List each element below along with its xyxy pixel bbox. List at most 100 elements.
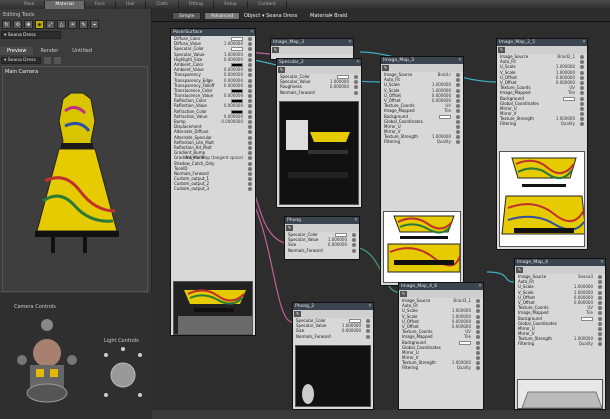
object-select[interactable]: ▾ Seana Dress [262, 12, 297, 20]
node-edit-icon[interactable]: ✎ [400, 291, 407, 297]
phong-preview [302, 384, 314, 404]
tab-material[interactable]: Material [45, 0, 85, 9]
tab-untitled[interactable]: Untitled [65, 47, 99, 55]
3d-viewport[interactable]: Main Camera [2, 66, 148, 292]
node-close-icon[interactable]: ✕ [599, 259, 605, 266]
input-plug-icon[interactable] [366, 334, 370, 339]
material-select-tool-icon[interactable]: ◉ [35, 20, 44, 29]
taper-tool-icon[interactable]: △ [57, 20, 66, 29]
node-param-row[interactable]: Normals_Forward [285, 248, 359, 253]
node-title: Image_Map_4 [517, 260, 548, 265]
material-label: Material [310, 13, 331, 19]
tab-cloth[interactable]: Cloth [146, 0, 179, 9]
translate-tool-icon[interactable]: ✥ [24, 20, 33, 29]
tab-simple[interactable]: Simple [172, 12, 202, 20]
node-param-row[interactable]: Filtering Quality [399, 365, 483, 371]
node-param-row[interactable]: Filtering Quality [515, 341, 605, 347]
tab-setup[interactable]: Setup [214, 0, 249, 9]
node-param-row[interactable]: Filtering Quality [381, 139, 463, 145]
node-param-row[interactable]: Filtering Quality [497, 121, 587, 127]
node-image-map-4-6[interactable]: Image_Map_4_6 ✕ ✎ Image_Source Braid3_1 Aut… [398, 282, 484, 410]
node-param-row[interactable]: Custom_output_3 [171, 186, 255, 192]
node-close-icon[interactable]: ✕ [249, 29, 255, 36]
node-close-icon[interactable]: ✕ [581, 39, 587, 46]
rotate-tool-icon[interactable]: ↻ [2, 20, 11, 29]
tab-preview[interactable]: Preview [0, 47, 34, 55]
node-preview-image [517, 379, 603, 409]
figure-select-value: Seana Dress [7, 33, 36, 38]
tab-render[interactable]: Render [33, 47, 65, 55]
tab-advanced[interactable]: Advanced [204, 12, 241, 20]
node-title: PoserSurface [173, 30, 203, 35]
node-phong-2[interactable]: Phong_2 ✕ ✎ Specular_Color Specular_Value 1… [292, 302, 374, 410]
dress-model[interactable] [25, 81, 125, 291]
node-poser-surface[interactable]: PoserSurface ✕ Diffuse_Color Diffuse_Value… [170, 28, 256, 336]
tab-face[interactable]: Face [85, 0, 116, 9]
viewport-figure-select[interactable]: ▾ Seana Dress [1, 56, 41, 64]
node-close-icon[interactable]: ✕ [457, 57, 463, 64]
node-edit-row: ✎ [399, 290, 483, 298]
input-plug-icon[interactable] [580, 122, 584, 127]
shader-node-canvas[interactable]: PoserSurface ✕ Diffuse_Color Diffuse_Value… [152, 22, 610, 410]
node-close-icon[interactable]: ✕ [353, 217, 359, 224]
node-edit-icon[interactable]: ✎ [498, 47, 505, 53]
node-image-map-2-5[interactable]: Image_Map_2_5 ✕ ✎ Image_Source Braid2_1 Aut… [496, 38, 588, 250]
node-title: Phong_2 [295, 304, 315, 309]
node-preview-image [295, 345, 371, 407]
node-edit-row: ✎ [381, 64, 463, 72]
camera-name: Main Camera [5, 69, 39, 75]
node-image-map-3[interactable]: Image_Map_3 ✕ ✎ Image_Source Braid.r Auto_F… [380, 56, 464, 286]
node-preview-image [383, 211, 461, 283]
node-param-label: Filtering [402, 365, 419, 371]
node-param-value[interactable]: Quality [561, 121, 575, 126]
tab-content[interactable]: Content [248, 0, 287, 9]
node-close-icon[interactable]: ✕ [367, 303, 373, 310]
node-edit-icon[interactable]: ✎ [516, 267, 523, 273]
color-tool-icon[interactable]: ✎ [79, 20, 88, 29]
node-param-value[interactable]: Quality [457, 365, 471, 370]
twist-tool-icon[interactable]: ⟲ [13, 20, 22, 29]
scale-tool-icon[interactable]: ⤢ [46, 20, 55, 29]
node-param-row[interactable]: Normals_Forward [277, 90, 361, 95]
material-select[interactable]: ▾ Braid [330, 12, 347, 20]
node-header: Image_Map_4_6 ✕ [399, 283, 483, 290]
camera-controls-area: Camera Controls Light Controls [0, 293, 152, 419]
node-specular-2[interactable]: Specular_2 ✕ ✎ Specular_Color Specular_Val… [276, 58, 362, 208]
tab-fitting[interactable]: Fitting [179, 0, 214, 9]
node-param-value[interactable]: Quality [437, 139, 451, 144]
node-param-row[interactable]: Normals_Forward [293, 334, 373, 339]
camera-trackball-icon[interactable] [12, 315, 82, 405]
node-edit-icon[interactable]: ✎ [286, 225, 293, 231]
viewport-option-icon[interactable] [44, 56, 51, 64]
node-close-icon[interactable]: ✕ [477, 283, 483, 290]
node-edit-icon[interactable]: ✎ [278, 67, 285, 73]
tab-pose[interactable]: Pose [14, 0, 46, 9]
chain-break-tool-icon[interactable]: ⚭ [68, 20, 77, 29]
node-edit-icon[interactable]: ✎ [272, 47, 279, 53]
node-edit-icon[interactable]: ✎ [294, 311, 301, 317]
node-close-icon[interactable]: ✕ [347, 39, 353, 46]
preview-tab-bar: Preview Render Untitled [0, 47, 152, 55]
light-controls-label: Light Controls [104, 338, 139, 344]
input-plug-icon[interactable] [456, 140, 460, 145]
tab-hair[interactable]: Hair [116, 0, 147, 9]
material-room-header: Simple Advanced Object ▾ Seana Dress Mat… [152, 9, 610, 22]
figure-select[interactable]: ▾ Seana Dress [1, 31, 61, 39]
node-title: Phong [287, 218, 302, 223]
node-param-value[interactable]: Quality [579, 341, 593, 346]
node-close-icon[interactable]: ✕ [355, 59, 361, 66]
input-plug-icon[interactable] [352, 248, 356, 253]
viewport-option-icon[interactable] [54, 56, 61, 64]
eyedropper-tool-icon[interactable]: ⌖ [90, 20, 99, 29]
node-image-map-4[interactable]: Image_Map_4 ✕ ✎ Image_Source Seana3 Auto_Fi… [514, 258, 606, 410]
input-plug-icon[interactable] [598, 342, 602, 347]
node-image-map-3-collapsed[interactable]: Image_Map_3 ✕ ✎ [270, 38, 354, 60]
input-plug-icon[interactable] [248, 187, 252, 192]
node-phong[interactable]: Phong ✕ ✎ Specular_Color Specular_Value 1.0… [284, 216, 360, 260]
node-edit-icon[interactable]: ✎ [382, 65, 389, 71]
node-header: Image_Map_4 ✕ [515, 259, 605, 266]
room-tab-bar: Pose Material Face Hair Cloth Fitting Se… [0, 0, 610, 9]
input-plug-icon[interactable] [476, 366, 480, 371]
light-sphere-icon[interactable] [98, 345, 148, 405]
input-plug-icon[interactable] [354, 90, 358, 95]
